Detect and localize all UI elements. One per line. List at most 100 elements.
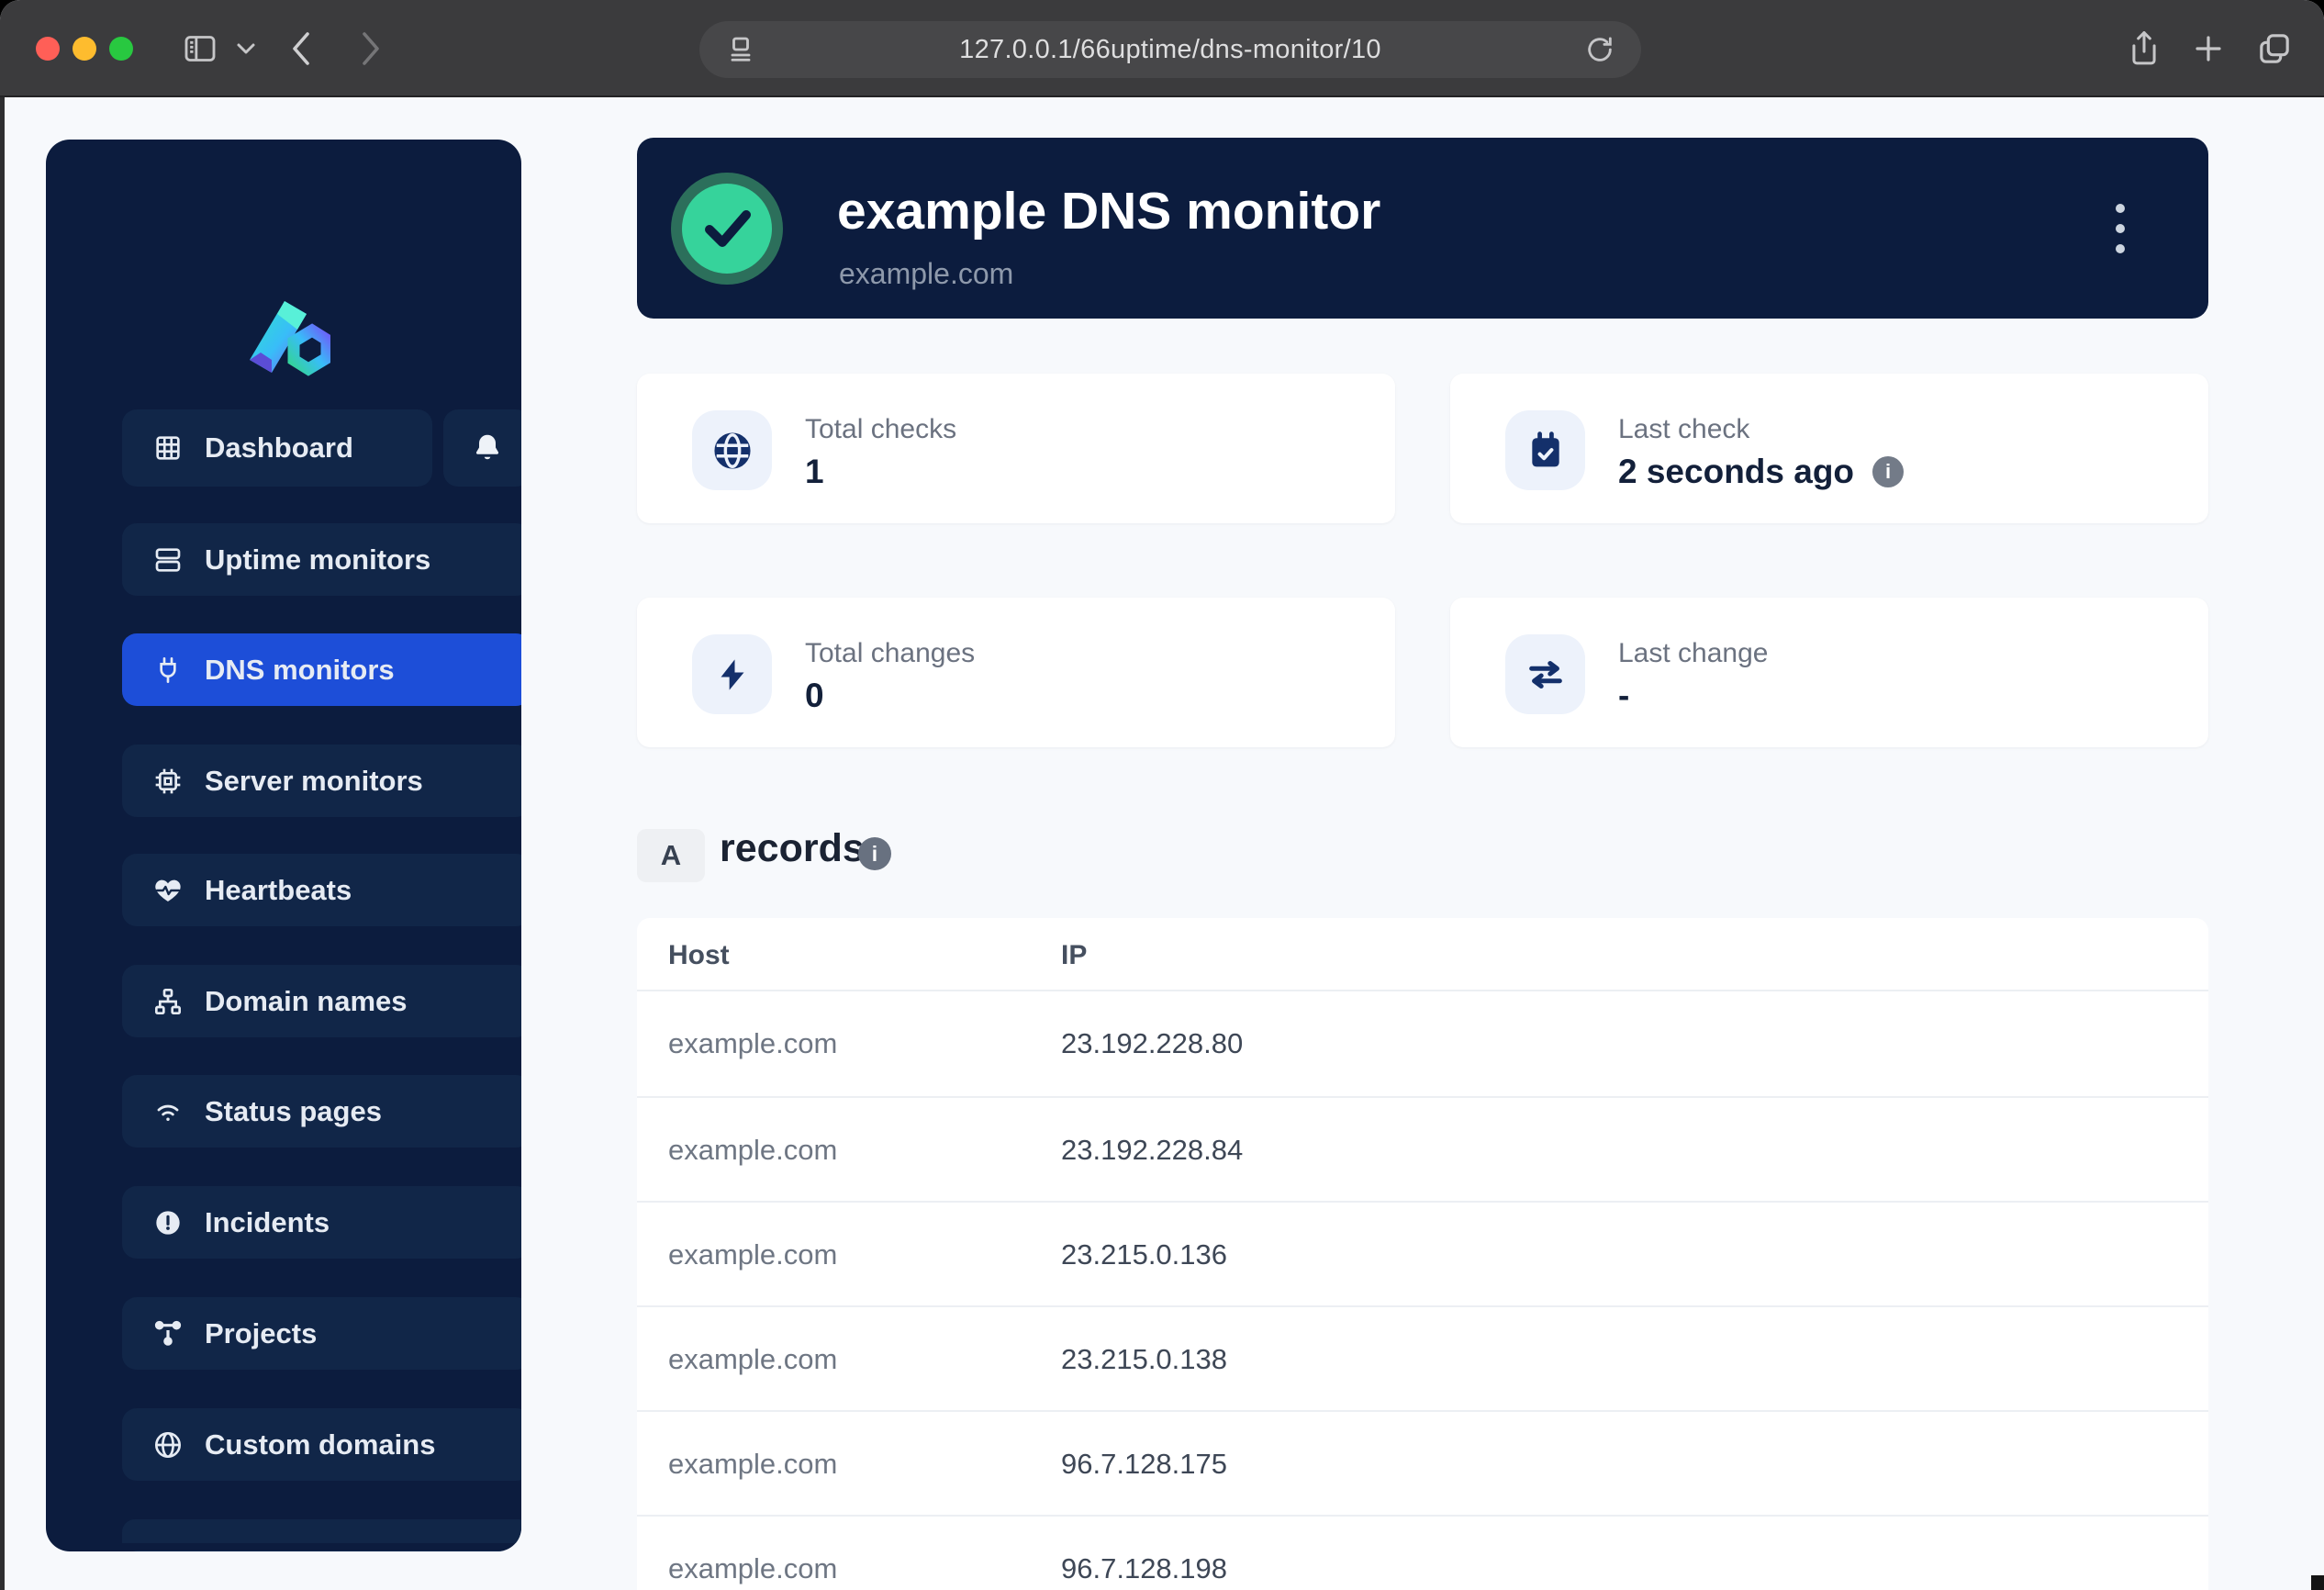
ip-cell: 23.192.228.84 <box>1061 1134 1243 1167</box>
sidebar-item-incidents[interactable]: Incidents <box>122 1186 521 1259</box>
sidebar-toggle-icon[interactable] <box>176 0 224 97</box>
column-header-ip: IP <box>1061 940 1087 971</box>
share-nodes-icon <box>153 1319 183 1349</box>
column-header-host: Host <box>668 940 730 971</box>
sidebar-item-label: Dashboard <box>205 431 353 465</box>
ip-cell: 96.7.128.175 <box>1061 1448 1227 1481</box>
grid-icon <box>153 433 183 463</box>
fullscreen-window-button[interactable] <box>109 37 133 61</box>
calendar-check-icon <box>1505 410 1585 490</box>
sidebar-item-heartbeats[interactable]: Heartbeats <box>122 854 521 926</box>
reader-icon[interactable] <box>699 21 782 78</box>
sidebar-item-label: DNS monitors <box>205 654 395 687</box>
sidebar-item-partial[interactable] <box>122 1519 521 1543</box>
stat-label: Last change <box>1618 638 1768 669</box>
stat-label: Total checks <box>805 414 956 445</box>
sidebar-item-label: Custom domains <box>205 1428 435 1461</box>
monitor-title: example DNS monitor <box>837 181 1380 241</box>
sidebar-item-domain-names[interactable]: Domain names <box>122 965 521 1037</box>
close-window-button[interactable] <box>36 37 60 61</box>
minimize-window-button[interactable] <box>73 37 96 61</box>
stat-value: 1 <box>805 453 824 491</box>
window-corner-artifact <box>2311 1575 2324 1590</box>
sidebar-item-status-pages[interactable]: Status pages <box>122 1075 521 1148</box>
records-table: Host IP example.com 23.192.228.80 exampl… <box>637 918 2208 1590</box>
stat-value-text: 2 seconds ago <box>1618 453 1854 491</box>
sidebar-item-server-monitors[interactable]: Server monitors <box>122 745 521 817</box>
notifications-button[interactable] <box>443 409 521 487</box>
stat-card-total-changes: Total changes 0 <box>637 598 1395 747</box>
sidebar-item-label: Uptime monitors <box>205 543 430 577</box>
host-cell: example.com <box>668 1027 837 1060</box>
sidebar-item-label: Heartbeats <box>205 874 352 907</box>
table-row: example.com 23.192.228.80 <box>637 991 2208 1096</box>
sidebar-item-dashboard[interactable]: Dashboard <box>122 409 432 487</box>
table-row: example.com 23.215.0.138 <box>637 1307 2208 1412</box>
stat-value: 0 <box>805 677 824 715</box>
url-text[interactable]: 127.0.0.1/66uptime/dns-monitor/10 <box>782 35 1559 65</box>
share-icon[interactable] <box>2111 0 2177 97</box>
app-logo-icon <box>237 296 330 384</box>
heart-pulse-icon <box>153 876 183 905</box>
sidebar-item-custom-domains[interactable]: Custom domains <box>122 1408 521 1481</box>
alert-circle-icon <box>153 1208 183 1237</box>
ip-cell: 23.192.228.80 <box>1061 1027 1243 1060</box>
window-edge <box>0 97 5 1590</box>
server-stack-icon <box>153 545 183 575</box>
info-icon[interactable]: i <box>1872 456 1904 487</box>
record-type-badge: A <box>637 829 705 882</box>
stat-label: Total changes <box>805 638 975 669</box>
table-row: example.com 23.215.0.136 <box>637 1203 2208 1307</box>
swap-arrows-icon <box>1505 634 1585 714</box>
forward-icon[interactable] <box>345 0 397 97</box>
sidebar-item-label: Status pages <box>205 1095 382 1128</box>
stat-card-last-change: Last change - <box>1450 598 2208 747</box>
table-row: example.com 96.7.128.175 <box>637 1412 2208 1517</box>
sitemap-icon <box>153 987 183 1016</box>
new-tab-icon[interactable] <box>2179 0 2238 97</box>
ip-cell: 23.215.0.136 <box>1061 1238 1227 1271</box>
check-circle-icon <box>671 173 783 285</box>
stat-label: Last check <box>1618 414 1749 445</box>
ip-cell: 96.7.128.198 <box>1061 1552 1227 1585</box>
sidebar-item-label: Incidents <box>205 1206 330 1239</box>
table-row: example.com 96.7.128.198 <box>637 1517 2208 1590</box>
bell-icon <box>471 431 504 465</box>
stat-card-last-check: Last check 2 seconds ago i <box>1450 374 2208 523</box>
host-cell: example.com <box>668 1238 837 1271</box>
globe-icon <box>692 410 772 490</box>
ip-cell: 23.215.0.138 <box>1061 1343 1227 1376</box>
sidebar-item-label: Projects <box>205 1317 317 1350</box>
wifi-icon <box>153 1097 183 1126</box>
stat-value: - <box>1618 677 1629 715</box>
host-cell: example.com <box>668 1448 837 1481</box>
cpu-icon <box>153 767 183 796</box>
monitor-subtitle: example.com <box>839 257 1013 291</box>
monitor-header-card: example DNS monitor example.com <box>637 138 2208 319</box>
info-icon[interactable]: i <box>858 837 891 870</box>
host-cell: example.com <box>668 1134 837 1167</box>
records-section-title: records <box>720 826 865 871</box>
plug-icon <box>153 655 183 685</box>
host-cell: example.com <box>668 1343 837 1376</box>
chevron-down-icon[interactable] <box>228 0 264 97</box>
stat-value: 2 seconds ago i <box>1618 453 1904 491</box>
globe-icon <box>153 1430 183 1460</box>
address-bar[interactable]: 127.0.0.1/66uptime/dns-monitor/10 <box>699 21 1641 78</box>
kebab-menu-icon[interactable] <box>2102 198 2139 259</box>
sidebar-item-dns-monitors[interactable]: DNS monitors <box>122 633 521 706</box>
table-row: example.com 23.192.228.84 <box>637 1098 2208 1203</box>
tab-overview-icon[interactable] <box>2241 0 2307 97</box>
back-icon[interactable] <box>275 0 327 97</box>
host-cell: example.com <box>668 1552 837 1585</box>
browser-toolbar: 127.0.0.1/66uptime/dns-monitor/10 <box>0 0 2324 97</box>
sidebar-item-uptime-monitors[interactable]: Uptime monitors <box>122 523 521 596</box>
sidebar-item-label: Domain names <box>205 985 408 1018</box>
sidebar: Dashboard Uptime monitors DNS monitors <box>46 140 521 1551</box>
sidebar-item-projects[interactable]: Projects <box>122 1297 521 1370</box>
reload-icon[interactable] <box>1559 21 1641 78</box>
sidebar-item-label: Server monitors <box>205 765 423 798</box>
browser-window: 127.0.0.1/66uptime/dns-monitor/10 <box>0 0 2324 1590</box>
bolt-icon <box>692 634 772 714</box>
stat-card-total-checks: Total checks 1 <box>637 374 1395 523</box>
